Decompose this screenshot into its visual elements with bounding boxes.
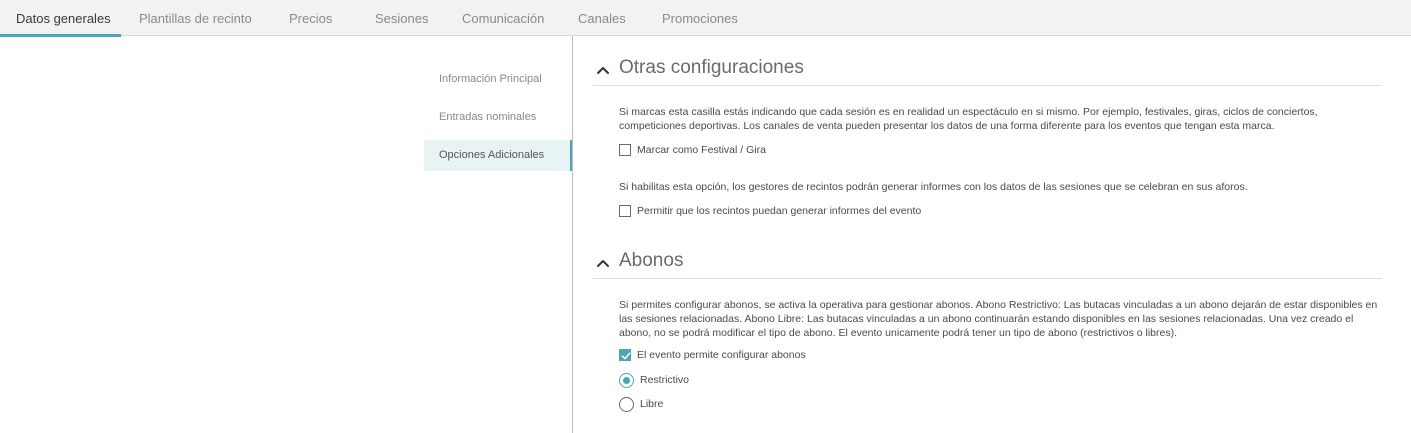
tab-bar: Datos generales Plantillas de recinto Pr… (0, 0, 1411, 37)
section-header-abonos[interactable]: Abonos (593, 249, 1382, 279)
active-tab-indicator (0, 34, 121, 37)
tab-label: Precios (289, 11, 333, 26)
festival-description: Si marcas esta casilla estás indicando q… (619, 106, 1318, 132)
check-icon (621, 352, 631, 360)
tab-sesiones[interactable]: Sesiones (375, 0, 428, 36)
chevron-up-icon[interactable] (595, 255, 611, 271)
festival-checkbox-label[interactable]: Marcar como Festival / Gira (637, 143, 766, 157)
sidenav-item-opciones-adicionales[interactable]: Opciones Adicionales (424, 140, 573, 171)
sidenav-item-entradas-nominales[interactable]: Entradas nominales (424, 102, 573, 133)
abonos-checkbox-label[interactable]: El evento permite configurar abonos (637, 348, 806, 362)
tab-plantillas-de-recinto[interactable]: Plantillas de recinto (139, 0, 252, 36)
tab-label: Sesiones (375, 11, 429, 26)
festival-checkbox[interactable] (619, 144, 631, 156)
radio-label-libre[interactable]: Libre (640, 397, 663, 411)
chevron-up-icon[interactable] (595, 62, 611, 78)
sidenav-item-informacion-principal[interactable]: Información Principal (424, 64, 573, 95)
abonos-description: Si permites configurar abonos, se activa… (619, 299, 1378, 339)
tab-label: Plantillas de recinto (139, 11, 252, 26)
section-title: Abonos (619, 250, 684, 271)
radio-libre[interactable] (619, 397, 634, 412)
tab-precios[interactable]: Precios (289, 0, 332, 36)
tab-canales[interactable]: Canales (578, 0, 626, 36)
reports-checkbox[interactable] (619, 205, 631, 217)
tab-promociones[interactable]: Promociones (662, 0, 738, 36)
tab-label: Canales (578, 11, 626, 26)
abonos-checkbox[interactable] (619, 349, 631, 361)
reports-description: Si habilitas esta opción, los gestores d… (619, 181, 1248, 193)
tab-label: Comunicación (462, 11, 545, 26)
sidenav-item-label: Entradas nominales (439, 111, 537, 123)
content-divider (572, 36, 573, 433)
sidenav-item-label: Opciones Adicionales (439, 149, 545, 161)
radio-selected-dot (623, 377, 630, 384)
tab-comunicacion[interactable]: Comunicación (462, 0, 544, 36)
radio-label-restrictivo[interactable]: Restrictivo (640, 373, 689, 387)
section-header-otras-configuraciones[interactable]: Otras configuraciones (593, 56, 1382, 86)
reports-checkbox-label[interactable]: Permitir que los recintos puedan generar… (637, 204, 921, 218)
tab-datos-generales[interactable]: Datos generales (0, 0, 121, 37)
radio-restrictivo[interactable] (619, 373, 634, 388)
tab-label: Datos generales (16, 11, 111, 26)
tab-label: Promociones (662, 11, 738, 26)
section-title: Otras configuraciones (619, 57, 804, 78)
sidenav-item-label: Información Principal (439, 73, 542, 85)
